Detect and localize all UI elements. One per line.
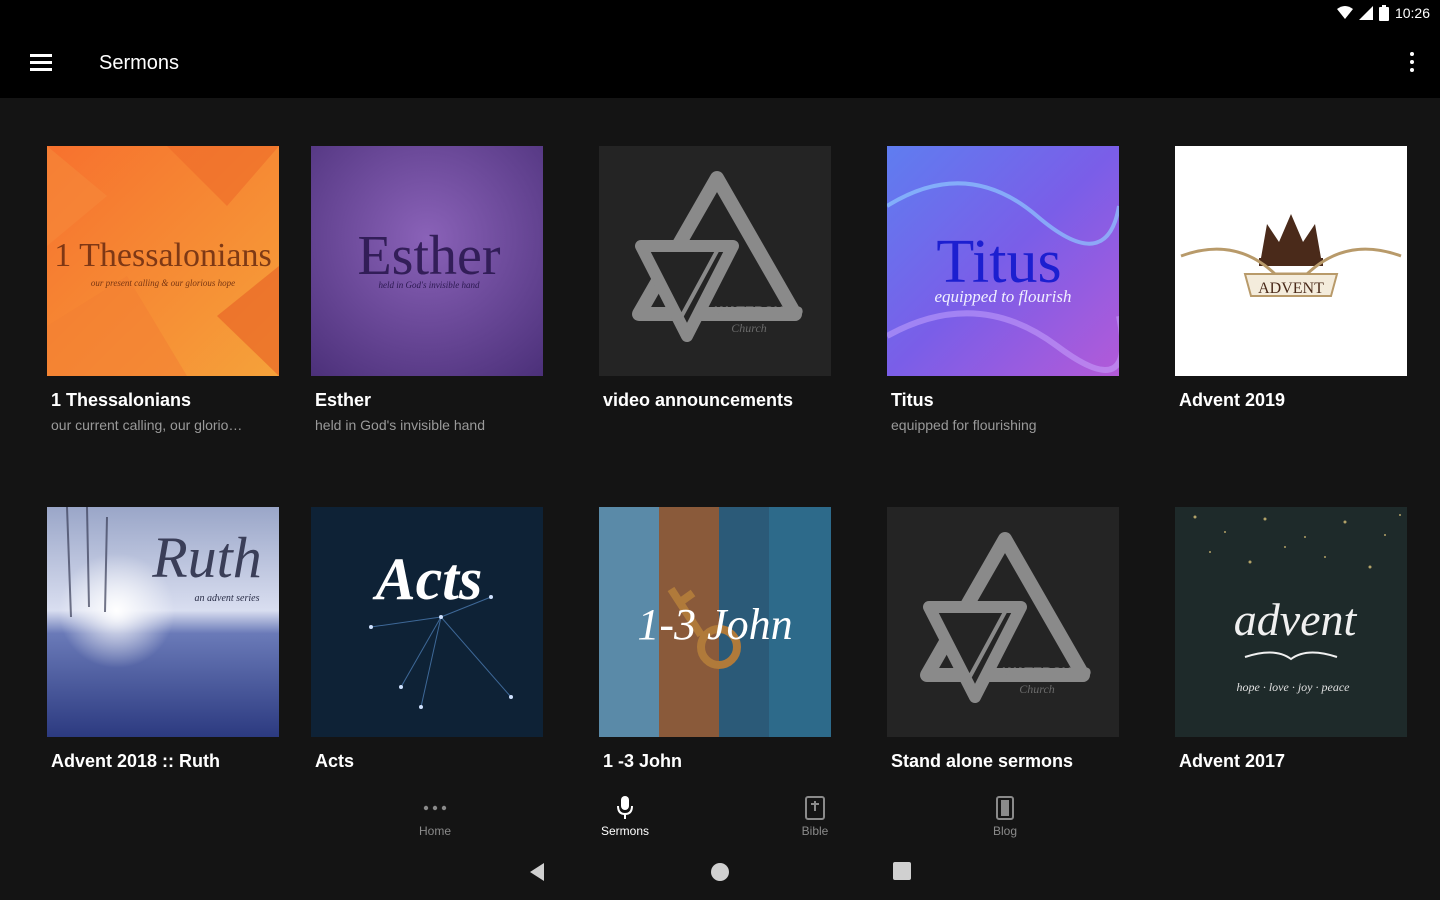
series-artwork: WATERSHED Church xyxy=(887,507,1119,737)
series-card[interactable]: 1 Thessalonians our present calling & ou… xyxy=(47,146,279,433)
system-navigation-bar xyxy=(0,844,1440,900)
series-card[interactable]: Esther held in God's invisible hand Esth… xyxy=(311,146,543,433)
nav-item-bible[interactable]: Bible xyxy=(770,794,860,838)
series-art-subtitle: hope · love · joy · peace xyxy=(1237,680,1351,694)
series-card[interactable]: WATERSHED Church Stand alone sermons xyxy=(887,507,1119,778)
status-time: 10:26 xyxy=(1394,5,1430,21)
series-subtitle: held in God's invisible hand xyxy=(315,417,486,433)
series-card[interactable]: Titus equipped to flourish Titus equippe… xyxy=(887,146,1119,433)
series-art-title: Ruth xyxy=(151,525,262,590)
series-title: Advent 2018 :: Ruth xyxy=(51,751,221,771)
series-art-title: 1 Thessalonians xyxy=(54,237,272,274)
series-card[interactable]: 1-3 John 1 -3 John xyxy=(599,507,831,778)
series-title: Advent 2019 xyxy=(1179,390,1286,410)
nav-label: Sermons xyxy=(600,824,650,838)
series-art-subtitle: Church xyxy=(731,321,767,335)
more-vert-icon[interactable] xyxy=(1408,52,1416,76)
series-subtitle: our current calling, our glorio… xyxy=(51,417,243,433)
series-title: 1 Thessalonians xyxy=(51,390,192,410)
menu-icon[interactable] xyxy=(30,54,52,72)
series-art-subtitle: held in God's invisible hand xyxy=(379,280,480,290)
nav-label: Home xyxy=(418,824,451,838)
series-artwork: WATERSHED Church xyxy=(599,146,831,376)
series-card[interactable]: ADVENT Advent 2019 xyxy=(1175,146,1407,417)
series-artwork: Ruth an advent series xyxy=(47,507,279,737)
battery-icon xyxy=(1378,5,1389,21)
series-artwork: 1 Thessalonians our present calling & ou… xyxy=(47,146,279,376)
page-title: Sermons xyxy=(99,52,180,74)
wifi-icon xyxy=(1336,6,1353,19)
series-art-subtitle: Church xyxy=(1019,682,1055,696)
series-card[interactable]: WATERSHED Church video announcements xyxy=(599,146,831,417)
series-title: Acts xyxy=(315,751,355,771)
series-art-title: Esther xyxy=(357,225,500,287)
series-art-title: WATERSHED xyxy=(715,303,803,319)
bible-icon xyxy=(805,796,825,820)
series-artwork: 1-3 John xyxy=(599,507,831,737)
series-art-subtitle: an advent series xyxy=(195,593,260,604)
series-title: Titus xyxy=(891,390,934,410)
series-art-title: Titus xyxy=(936,228,1061,296)
series-title: 1 -3 John xyxy=(603,751,683,771)
series-art-title: WATERSHED xyxy=(1003,664,1091,680)
more-horizontal-icon xyxy=(423,805,447,811)
cell-signal-icon xyxy=(1358,6,1373,20)
series-card[interactable]: Acts Acts xyxy=(311,507,543,778)
series-title: video announcements xyxy=(603,390,794,410)
series-card[interactable]: Ruth an advent series Advent 2018 :: Rut… xyxy=(47,507,279,778)
series-art-subtitle: equipped to flourish xyxy=(935,287,1072,306)
series-title: Advent 2017 xyxy=(1179,751,1286,771)
series-title: Stand alone sermons xyxy=(891,751,1074,771)
series-art-title: 1-3 John xyxy=(637,600,792,649)
series-art-title: Acts xyxy=(372,546,483,612)
app-bar: Sermons xyxy=(0,30,1440,98)
series-art-title: ADVENT xyxy=(1258,280,1324,297)
nav-item-home[interactable]: Home xyxy=(390,794,480,838)
nav-item-sermons[interactable]: Sermons xyxy=(580,794,670,838)
status-icons: 10:26 xyxy=(1336,5,1430,21)
nav-item-blog[interactable]: Blog xyxy=(960,794,1050,838)
bottom-navigation: Home Sermons Bible Blog xyxy=(0,788,1440,844)
series-artwork: Titus equipped to flourish xyxy=(887,146,1119,376)
series-card[interactable]: advent hope · love · joy · peace Advent … xyxy=(1175,507,1407,778)
series-subtitle: equipped for flourishing xyxy=(891,417,1037,433)
recents-icon[interactable] xyxy=(893,862,911,880)
microphone-icon xyxy=(617,796,633,819)
series-artwork: Esther held in God's invisible hand xyxy=(311,146,543,376)
status-bar: 10:26 xyxy=(0,0,1440,30)
series-art-title: advent xyxy=(1234,594,1358,645)
back-icon[interactable] xyxy=(528,862,546,882)
series-art-subtitle: our present calling & our glorious hope xyxy=(91,278,235,288)
sermon-series-grid: 1 Thessalonians our present calling & ou… xyxy=(0,98,1440,788)
series-artwork: ADVENT xyxy=(1175,146,1407,376)
nav-label: Bible xyxy=(801,824,829,838)
series-artwork: advent hope · love · joy · peace xyxy=(1175,507,1407,737)
nav-label: Blog xyxy=(992,824,1018,838)
blog-icon xyxy=(996,796,1014,820)
home-icon[interactable] xyxy=(710,862,730,882)
series-artwork: Acts xyxy=(311,507,543,737)
series-title: Esther xyxy=(315,390,372,410)
